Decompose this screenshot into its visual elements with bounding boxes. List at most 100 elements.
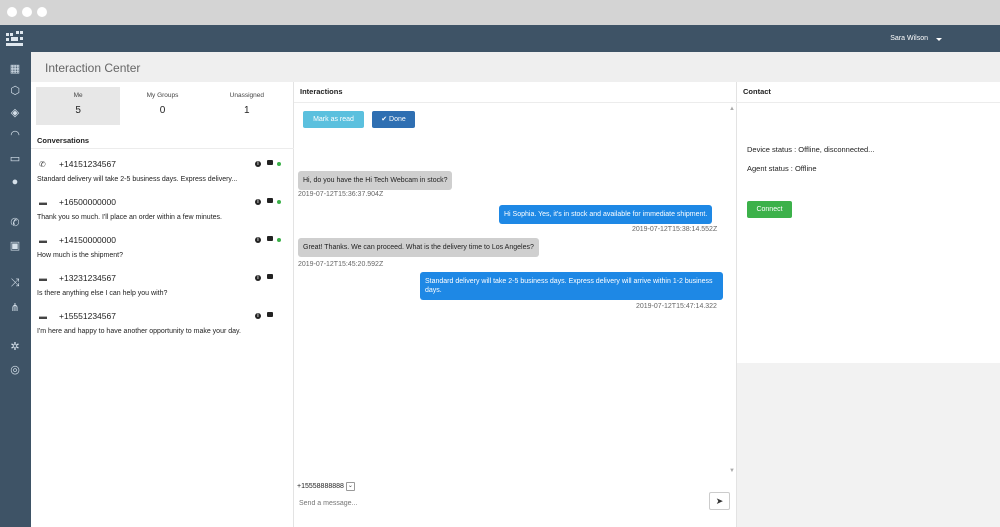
conversation-preview: Standard delivery will take 2-5 business… bbox=[37, 176, 238, 183]
chat-bubble-icon[interactable] bbox=[267, 198, 273, 203]
window-minimize-dot[interactable] bbox=[22, 7, 32, 17]
conversation-item[interactable]: ▬ +13231234567 i Is there anything else … bbox=[37, 272, 287, 308]
tab-label: Unassigned bbox=[229, 92, 264, 99]
info-icon[interactable]: i bbox=[255, 275, 261, 281]
conversation-number: +15551234567 bbox=[59, 311, 116, 321]
tab-my-groups[interactable]: My Groups 0 bbox=[120, 87, 204, 125]
check-icon: ✔ bbox=[381, 116, 390, 123]
connect-button[interactable]: Connect bbox=[747, 201, 792, 218]
sms-icon: ▬ bbox=[39, 236, 47, 245]
done-label: Done bbox=[389, 116, 406, 123]
mark-as-read-button[interactable]: Mark as read bbox=[303, 111, 364, 128]
tab-count: 1 bbox=[244, 105, 250, 116]
incoming-message: Hi, do you have the Hi Tech Webcam in st… bbox=[298, 171, 453, 190]
interactions-panel: Interactions Mark as read ✔ Done Hi, do … bbox=[294, 82, 737, 527]
chat-bubble-icon[interactable] bbox=[267, 312, 273, 317]
conversation-number: +16500000000 bbox=[59, 197, 116, 207]
info-icon[interactable]: i bbox=[255, 313, 261, 319]
divider bbox=[737, 102, 1000, 103]
scroll-up-icon[interactable]: ▲ bbox=[729, 106, 735, 112]
info-icon[interactable]: i bbox=[255, 237, 261, 243]
conversation-preview: Thank you so much. I'll place an order w… bbox=[37, 214, 222, 221]
outgoing-message: Hi Sophia. Yes, it's in stock and availa… bbox=[499, 205, 713, 224]
chat-scrollbar[interactable]: ▲ ▼ bbox=[727, 106, 735, 476]
message-timestamp: 2019-07-12T15:47:14.322 bbox=[636, 303, 717, 310]
sms-icon: ▬ bbox=[39, 198, 47, 207]
tab-count: 0 bbox=[159, 105, 166, 116]
outgoing-message: Standard delivery will take 2-5 business… bbox=[420, 272, 723, 300]
users-icon[interactable]: ● bbox=[8, 175, 22, 189]
user-menu-caret-icon[interactable] bbox=[936, 38, 942, 41]
gear-icon[interactable]: ✲ bbox=[8, 340, 22, 354]
sitemap-icon[interactable]: ⋔ bbox=[8, 301, 22, 315]
chevron-down-icon[interactable]: ⌄ bbox=[345, 482, 355, 491]
device-status: Device status : Offline, disconnected... bbox=[747, 145, 875, 154]
interactions-heading: Interactions bbox=[300, 87, 343, 96]
contact-panel: Contact Device status : Offline, disconn… bbox=[737, 82, 1000, 527]
conversation-number: +14150000000 bbox=[59, 235, 116, 245]
conversation-item[interactable]: ▬ +16500000000 i Thank you so much. I'll… bbox=[37, 196, 287, 232]
info-icon[interactable]: i bbox=[255, 199, 261, 205]
tag-icon[interactable]: ◈ bbox=[8, 106, 22, 120]
phone-icon[interactable]: ✆ bbox=[8, 216, 22, 230]
online-status-dot bbox=[277, 200, 281, 204]
sms-icon: ▬ bbox=[39, 274, 47, 283]
agent-status: Agent status : Offline bbox=[747, 164, 817, 173]
window-close-dot[interactable] bbox=[7, 7, 17, 17]
conversation-preview: I'm here and happy to have another oppor… bbox=[37, 328, 241, 335]
comment-alert-icon[interactable]: ▣ bbox=[8, 239, 22, 253]
left-nav: ▦ ⬡ ◈ ◠ ▭ ● ✆ ▣ ⤨ ⋔ ✲ ◎ bbox=[0, 52, 31, 527]
message-timestamp: 2019-07-12T15:45:20.592Z bbox=[298, 261, 384, 268]
message-timestamp: 2019-07-12T15:38:14.552Z bbox=[632, 226, 718, 233]
queue-tabs: Me 5 My Groups 0 Unassigned 1 bbox=[36, 87, 289, 125]
sender-number: +15558888888 bbox=[297, 483, 344, 490]
chat-bubble-icon[interactable] bbox=[267, 236, 273, 241]
conversation-preview: Is there anything else I can help you wi… bbox=[37, 290, 168, 297]
chat-bubble-icon[interactable] bbox=[267, 274, 273, 279]
conversation-item[interactable]: ▬ +14150000000 i How much is the shipmen… bbox=[37, 234, 287, 270]
window-maximize-dot[interactable] bbox=[37, 7, 47, 17]
shuffle-icon[interactable]: ⤨ bbox=[8, 276, 22, 290]
main-area: Interaction Center Me 5 My Groups 0 Unas… bbox=[31, 52, 1000, 527]
app-header: Sara Wilson bbox=[0, 25, 1000, 52]
tab-unassigned[interactable]: Unassigned 1 bbox=[205, 87, 289, 125]
browser-chrome bbox=[0, 0, 1000, 25]
divider bbox=[31, 148, 294, 149]
send-button[interactable]: ➤ bbox=[709, 492, 730, 510]
conversation-number: +14151234567 bbox=[59, 159, 116, 169]
chat-thread: Hi, do you have the Hi Tech Webcam in st… bbox=[294, 136, 729, 476]
app-logo-icon[interactable] bbox=[6, 31, 24, 47]
headset-icon[interactable]: ◠ bbox=[8, 128, 22, 142]
lifebuoy-icon[interactable]: ◎ bbox=[8, 363, 22, 377]
tab-label: My Groups bbox=[146, 92, 179, 99]
conversation-item[interactable]: ▬ +15551234567 i I'm here and happy to h… bbox=[37, 310, 287, 346]
send-icon: ➤ bbox=[715, 495, 724, 506]
scroll-down-icon[interactable]: ▼ bbox=[729, 468, 735, 474]
tab-label: Me bbox=[73, 92, 83, 99]
tab-count: 5 bbox=[75, 105, 81, 116]
whatsapp-icon: ✆ bbox=[39, 160, 46, 169]
chat-icon[interactable]: ▭ bbox=[8, 152, 22, 166]
info-icon[interactable]: i bbox=[255, 161, 261, 167]
conversation-number: +13231234567 bbox=[59, 273, 116, 283]
incoming-message: Great! Thanks. We can proceed. What is t… bbox=[298, 238, 539, 257]
online-status-dot bbox=[277, 162, 281, 166]
tab-me[interactable]: Me 5 bbox=[36, 87, 121, 125]
message-input[interactable] bbox=[297, 494, 697, 512]
cube-icon[interactable]: ⬡ bbox=[8, 84, 22, 98]
conversation-item[interactable]: ✆ +14151234567 i Standard delivery will … bbox=[37, 158, 287, 194]
user-name[interactable]: Sara Wilson bbox=[890, 35, 928, 42]
page-title: Interaction Center bbox=[45, 61, 141, 75]
contact-lower-area bbox=[737, 363, 1000, 527]
conversations-heading: Conversations bbox=[37, 136, 90, 145]
divider bbox=[294, 102, 737, 103]
conversation-preview: How much is the shipment? bbox=[37, 252, 123, 259]
contact-heading: Contact bbox=[743, 87, 771, 96]
chat-bubble-icon[interactable] bbox=[267, 160, 273, 165]
online-status-dot bbox=[277, 238, 281, 242]
dashboard-icon[interactable]: ▦ bbox=[8, 62, 22, 76]
sms-icon: ▬ bbox=[39, 312, 47, 321]
sender-number-select[interactable]: +15558888888 ⌄ bbox=[297, 482, 355, 491]
conversations-panel: Me 5 My Groups 0 Unassigned 1 Conversati… bbox=[31, 82, 294, 527]
done-button[interactable]: ✔ Done bbox=[372, 111, 415, 128]
